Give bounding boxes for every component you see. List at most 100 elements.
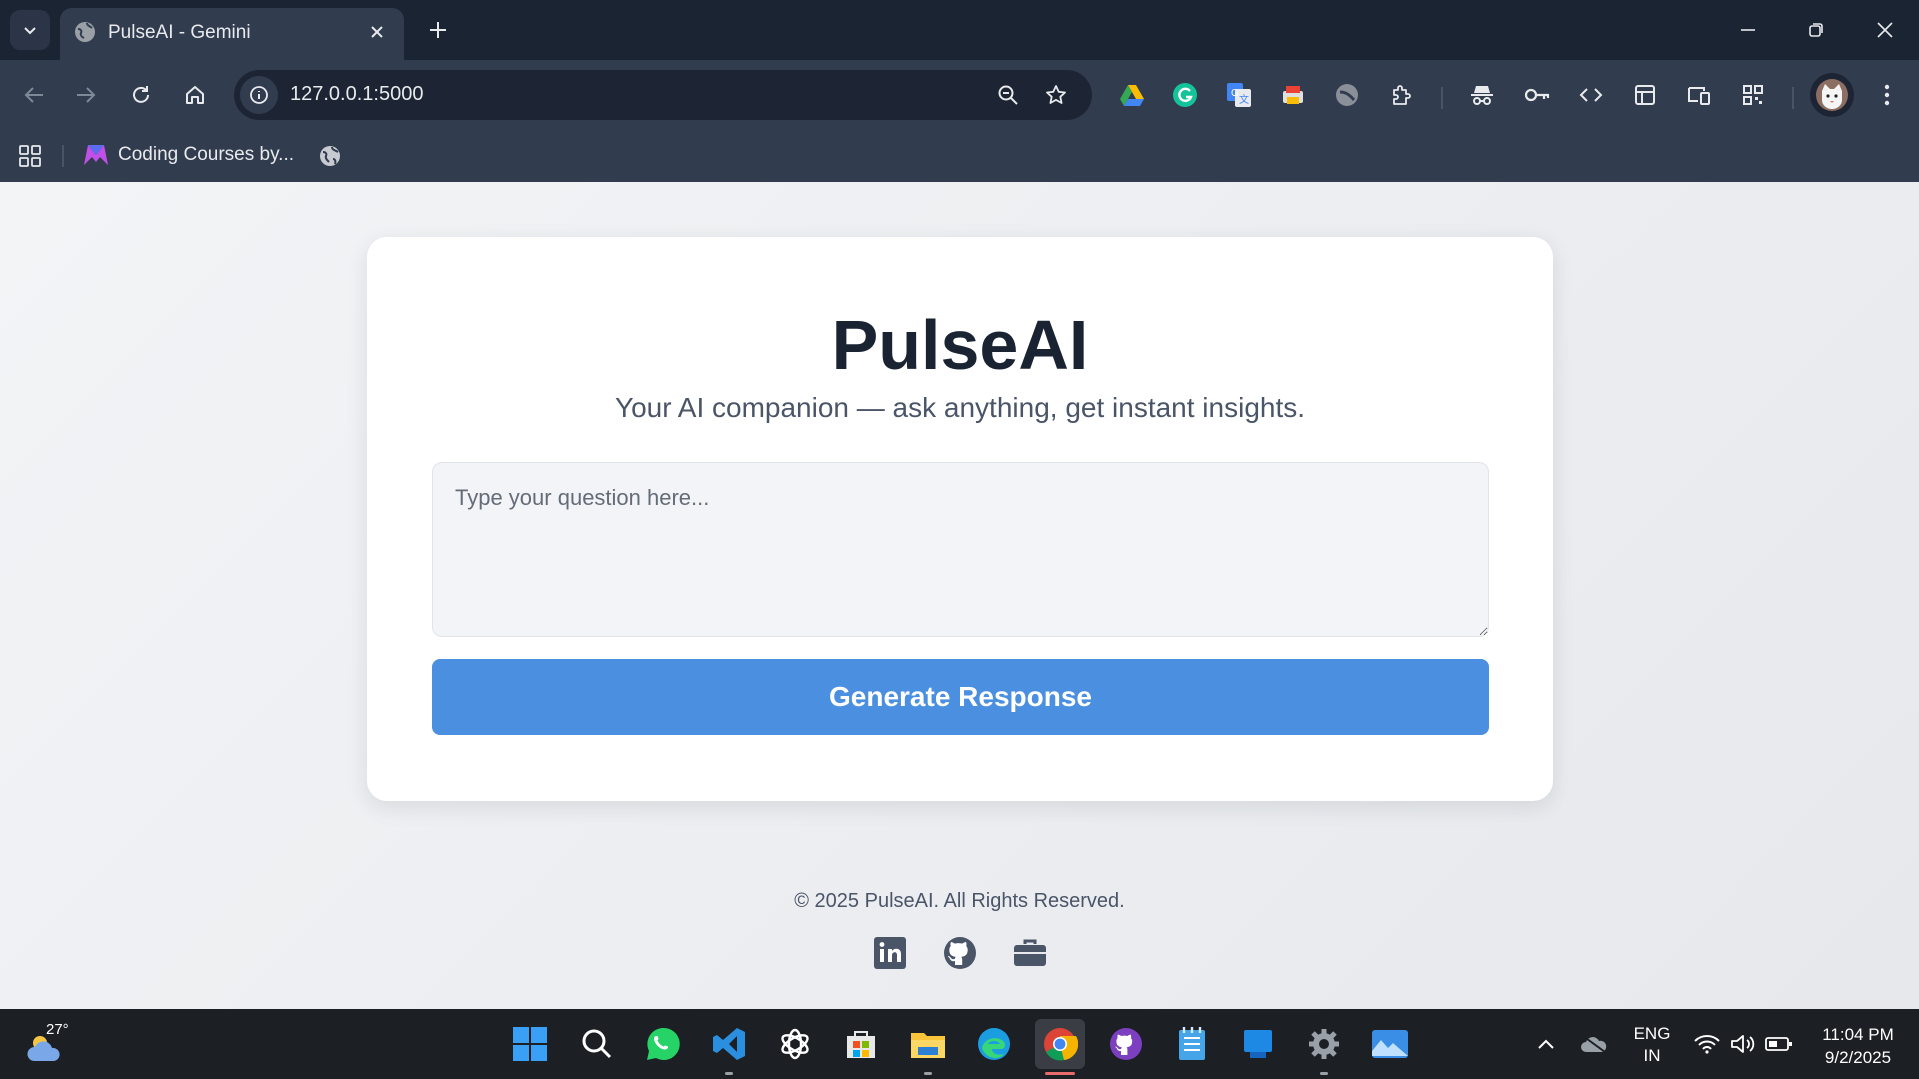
- question-input[interactable]: [432, 462, 1489, 637]
- browser-tab[interactable]: PulseAI - Gemini: [60, 8, 404, 60]
- bookmark-coding-courses[interactable]: Coding Courses by...: [84, 139, 294, 171]
- address-bar[interactable]: 127.0.0.1:5000: [234, 70, 1092, 120]
- edge-icon: [978, 1028, 1010, 1060]
- site-info-icon[interactable]: [240, 76, 278, 114]
- zoom-icon[interactable]: [989, 76, 1027, 114]
- onedrive-icon[interactable]: [1579, 1029, 1609, 1059]
- grammarly-icon[interactable]: [1165, 75, 1205, 115]
- browser-titlebar: PulseAI - Gemini: [0, 0, 1919, 60]
- devices-icon[interactable]: [1679, 75, 1719, 115]
- page-subtitle: Your AI companion — ask anything, get in…: [614, 392, 1306, 423]
- cat-avatar-icon: [1816, 79, 1848, 111]
- chrome-menu-button[interactable]: [1865, 73, 1909, 117]
- restore-icon: [1809, 23, 1823, 37]
- bookmarks-divider: [62, 145, 64, 167]
- more-vertical-icon: [1884, 84, 1890, 106]
- taskbar-whatsapp[interactable]: [638, 1019, 688, 1069]
- temperature: 27°: [46, 1021, 69, 1038]
- chevron-down-icon: [24, 27, 36, 35]
- chatgpt-icon: [781, 1028, 809, 1060]
- taskbar-search[interactable]: [572, 1019, 622, 1069]
- tab-search-button[interactable]: [10, 10, 50, 50]
- google-drive-icon[interactable]: [1112, 75, 1152, 115]
- running-indicator: [924, 1072, 932, 1075]
- taskbar-chrome[interactable]: [1035, 1019, 1085, 1075]
- taskbar-github-desktop[interactable]: [1101, 1019, 1151, 1069]
- linkedin-icon[interactable]: [870, 933, 910, 973]
- whatsapp-icon: [647, 1027, 680, 1060]
- taskbar-store[interactable]: [836, 1019, 886, 1069]
- taskbar-settings[interactable]: [1299, 1019, 1349, 1075]
- svg-text:G: G: [1231, 88, 1239, 99]
- microsoft-store-icon: [847, 1031, 875, 1058]
- taskbar-blue-app[interactable]: [1233, 1019, 1283, 1069]
- start-button[interactable]: [505, 1019, 555, 1069]
- photos-icon: [1372, 1030, 1408, 1058]
- weather-widget[interactable]: 27°: [22, 1021, 82, 1067]
- taskbar-chatgpt[interactable]: [770, 1019, 820, 1069]
- footer-social-links: [870, 933, 1050, 973]
- toolbar-divider: [1792, 87, 1794, 109]
- main-card: PulseAI Your AI companion — ask anything…: [367, 237, 1553, 801]
- show-hidden-icons-chevron[interactable]: [1531, 1029, 1561, 1059]
- incognito-icon[interactable]: [1462, 75, 1502, 115]
- github-desktop-icon: [1110, 1028, 1142, 1060]
- tab-title: PulseAI - Gemini: [108, 22, 251, 43]
- book-app-icon: [1244, 1030, 1272, 1058]
- minimize-icon: [1741, 29, 1755, 31]
- restore-button[interactable]: [1794, 8, 1838, 52]
- forward-arrow-icon: [77, 87, 96, 103]
- profile-avatar[interactable]: [1810, 73, 1854, 117]
- taskbar-edge[interactable]: [969, 1019, 1019, 1069]
- taskbar-file-explorer[interactable]: [903, 1019, 953, 1075]
- password-key-icon[interactable]: [1517, 75, 1557, 115]
- reload-button[interactable]: [119, 73, 163, 117]
- github-icon[interactable]: [940, 933, 980, 973]
- shield-extension-icon[interactable]: [1327, 75, 1367, 115]
- taskbar-vscode[interactable]: [704, 1019, 754, 1075]
- clock-date: 9/2/2025: [1824, 1048, 1892, 1067]
- close-tab-icon[interactable]: [364, 19, 390, 45]
- svg-text:文: 文: [1239, 93, 1249, 106]
- layout-icon[interactable]: [1625, 75, 1665, 115]
- qr-code-icon[interactable]: [1733, 75, 1773, 115]
- wifi-icon[interactable]: [1692, 1029, 1722, 1059]
- system-clock[interactable]: 11:04 PM 9/2/2025: [1808, 1023, 1908, 1069]
- code-icon[interactable]: [1571, 75, 1611, 115]
- extensions-puzzle-icon[interactable]: [1382, 75, 1422, 115]
- minimize-button[interactable]: [1726, 8, 1770, 52]
- new-tab-button[interactable]: [420, 12, 456, 48]
- printer-extension-icon[interactable]: [1273, 75, 1313, 115]
- forward-button[interactable]: [64, 73, 108, 117]
- windows-taskbar: 27° ENG IN 11:04 PM 9/2/2025: [0, 1009, 1919, 1079]
- taskbar-photos[interactable]: [1365, 1019, 1415, 1069]
- gear-icon: [1309, 1029, 1339, 1059]
- home-icon: [186, 86, 204, 104]
- notepad-icon: [1179, 1027, 1205, 1060]
- page-title: PulseAI: [831, 306, 1089, 384]
- bookmark-label: Coding Courses by...: [118, 144, 295, 165]
- apps-grid-icon[interactable]: [14, 140, 46, 172]
- taskbar-notepad[interactable]: [1167, 1019, 1217, 1069]
- generate-response-button[interactable]: Generate Response: [432, 659, 1489, 735]
- page-body: PulseAI Your AI companion — ask anything…: [0, 182, 1919, 1009]
- bookmark-star-icon[interactable]: [1037, 76, 1075, 114]
- close-window-button[interactable]: [1863, 8, 1907, 52]
- toolbar-divider: [1441, 87, 1443, 109]
- briefcase-icon[interactable]: [1010, 933, 1050, 973]
- close-icon: [1877, 22, 1893, 38]
- browser-toolbar: 127.0.0.1:5000 G文: [0, 60, 1919, 129]
- url-text[interactable]: 127.0.0.1:5000: [290, 83, 423, 106]
- back-button[interactable]: [12, 73, 56, 117]
- battery-icon[interactable]: [1764, 1029, 1794, 1059]
- plus-icon: [430, 22, 446, 38]
- globe-icon: [75, 22, 95, 42]
- input-language[interactable]: ENG IN: [1630, 1023, 1674, 1067]
- volume-icon[interactable]: [1728, 1029, 1758, 1059]
- back-arrow-icon: [24, 87, 43, 103]
- home-button[interactable]: [173, 73, 217, 117]
- globe-bookmark-icon[interactable]: [314, 140, 346, 172]
- bookmark-logo-icon: [84, 145, 108, 165]
- search-icon: [582, 1029, 612, 1059]
- google-translate-icon[interactable]: G文: [1219, 75, 1259, 115]
